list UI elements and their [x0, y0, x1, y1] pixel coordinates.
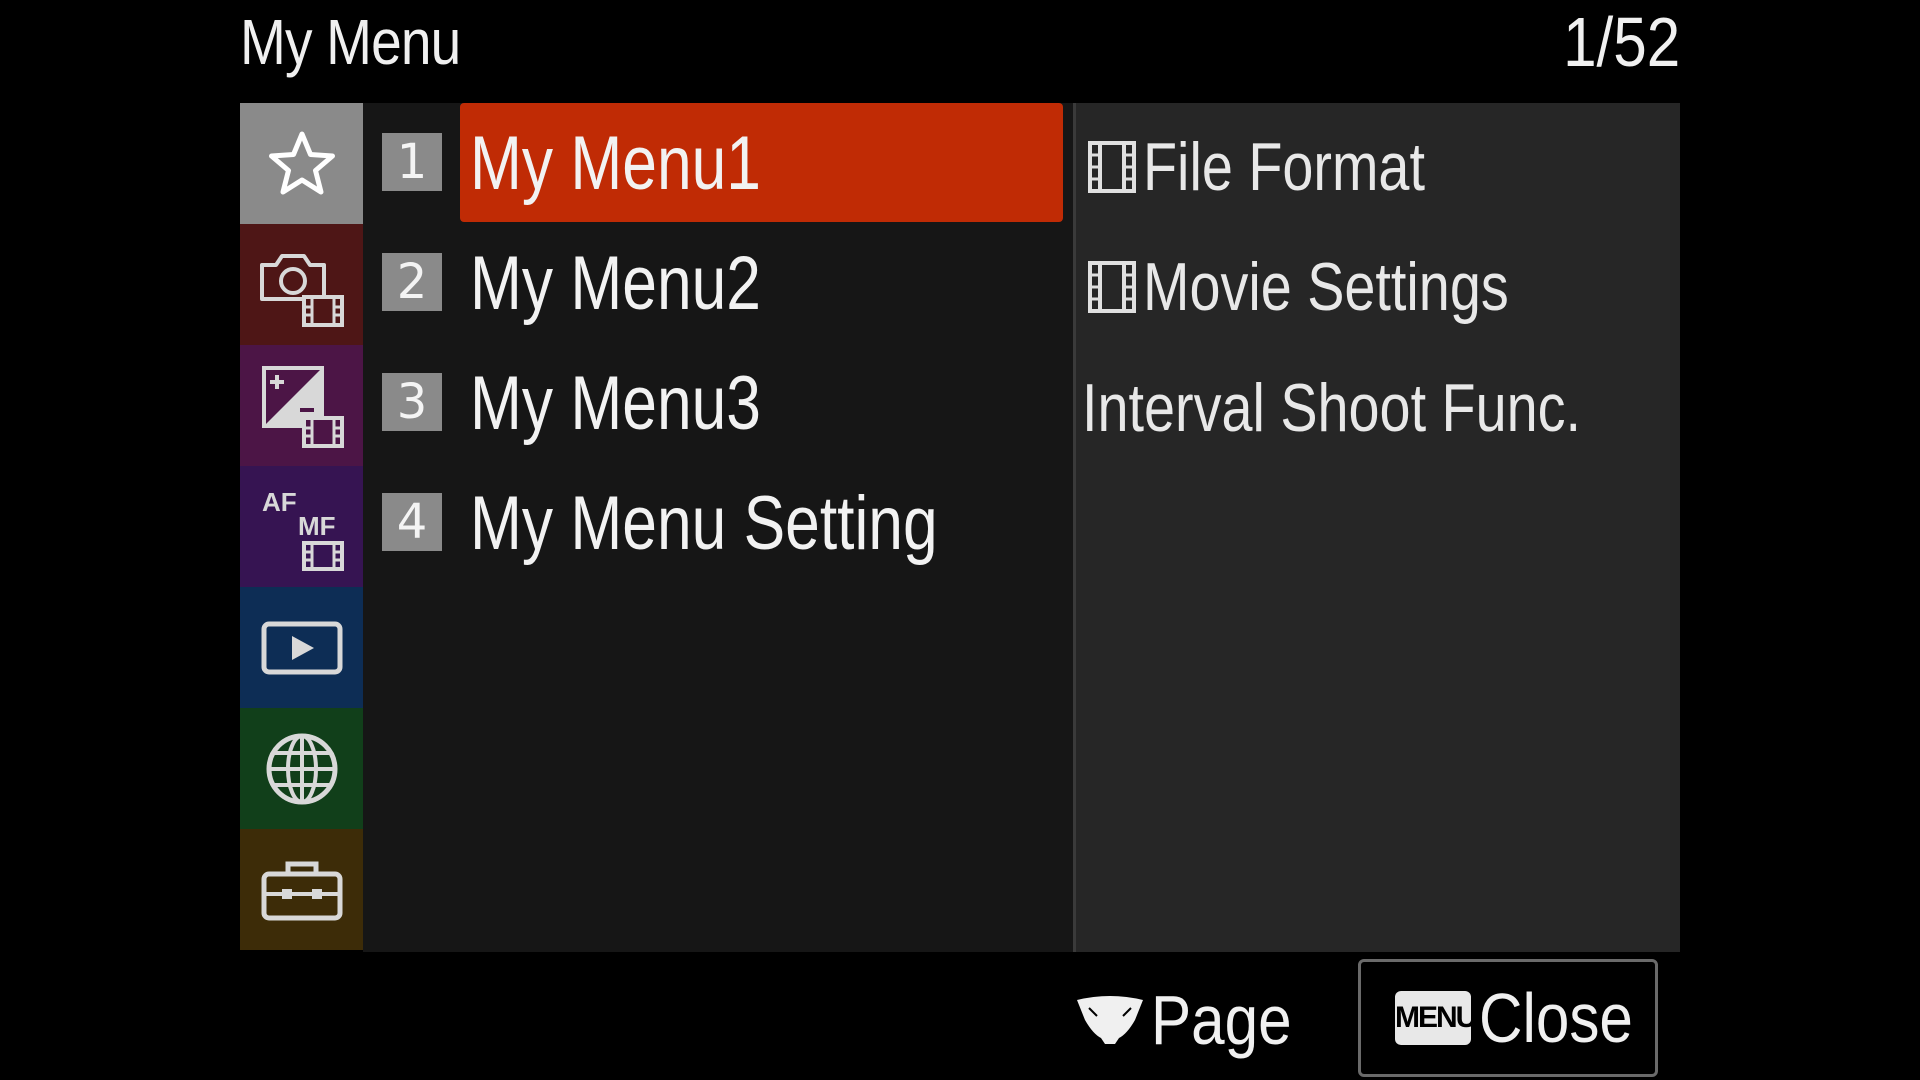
- svg-text:AF: AF: [262, 487, 297, 517]
- exposure-movie-icon: [261, 365, 344, 448]
- item-number-badge: 3: [382, 373, 442, 431]
- menu-item-label: My Menu Setting: [470, 481, 938, 566]
- category-sidebar: AF MF: [240, 103, 363, 952]
- menu-key-icon: MENU: [1395, 991, 1477, 1045]
- submenu-item-label: Movie Settings: [1143, 249, 1509, 325]
- film-strip-icon: [1088, 261, 1136, 313]
- submenu-item-label: Interval Shoot Func.: [1082, 370, 1582, 446]
- page-hint: Page: [1075, 975, 1314, 1065]
- category-tab-exposure-color[interactable]: [240, 345, 363, 466]
- menu-item-my-menu3[interactable]: 3 My Menu3: [363, 343, 1073, 463]
- star-icon: [268, 131, 335, 194]
- submenu-item-label: File Format: [1143, 129, 1425, 205]
- submenu-panel: File Format Movie Settings Interval Shoo…: [1073, 103, 1680, 952]
- camera-movie-icon: [259, 253, 344, 327]
- page-label: Page: [1151, 981, 1292, 1059]
- item-number-badge: 2: [382, 253, 442, 311]
- category-tab-focus[interactable]: AF MF: [240, 466, 363, 587]
- control-wheel-icon: [1077, 996, 1143, 1044]
- menu-list: 1 My Menu1 2 My Menu2 3 My Menu3 4 My Me…: [363, 103, 1073, 952]
- close-button[interactable]: MENU Close: [1358, 959, 1658, 1077]
- menu-item-label: My Menu3: [470, 361, 761, 446]
- category-tab-shooting[interactable]: [240, 224, 363, 345]
- category-tab-setup[interactable]: [240, 829, 363, 950]
- page-counter: 1/52: [1562, 3, 1680, 81]
- menu-item-my-menu2[interactable]: 2 My Menu2: [363, 223, 1073, 343]
- submenu-item-movie-settings[interactable]: Movie Settings: [1087, 232, 1589, 342]
- category-tab-playback[interactable]: [240, 587, 363, 708]
- item-number-badge: 1: [382, 133, 442, 191]
- playback-icon: [261, 621, 342, 674]
- globe-icon: [266, 733, 337, 804]
- camera-menu-screen: My Menu 1/52 AF MF 1 My Menu1 2 My Menu2…: [0, 0, 1920, 1080]
- category-tab-my-menu[interactable]: [240, 103, 363, 224]
- film-strip-icon: [1088, 141, 1136, 193]
- toolbox-icon: [261, 861, 342, 920]
- category-tab-network[interactable]: [240, 708, 363, 829]
- item-number-badge: 4: [382, 493, 442, 551]
- page-title: My Menu: [240, 6, 461, 78]
- menu-item-my-menu1[interactable]: 1 My Menu1: [363, 103, 1073, 223]
- menu-item-label: My Menu2: [470, 241, 761, 326]
- panel-divider: [1073, 103, 1076, 952]
- menu-item-my-menu-setting[interactable]: 4 My Menu Setting: [363, 463, 1073, 583]
- submenu-item-interval-shoot[interactable]: Interval Shoot Func.: [1082, 353, 1691, 463]
- menu-item-label: My Menu1: [470, 121, 761, 206]
- close-label: Close: [1479, 979, 1633, 1057]
- af-mf-movie-icon: AF MF: [262, 487, 344, 571]
- svg-text:MF: MF: [298, 511, 336, 541]
- submenu-item-file-format[interactable]: File Format: [1087, 112, 1487, 222]
